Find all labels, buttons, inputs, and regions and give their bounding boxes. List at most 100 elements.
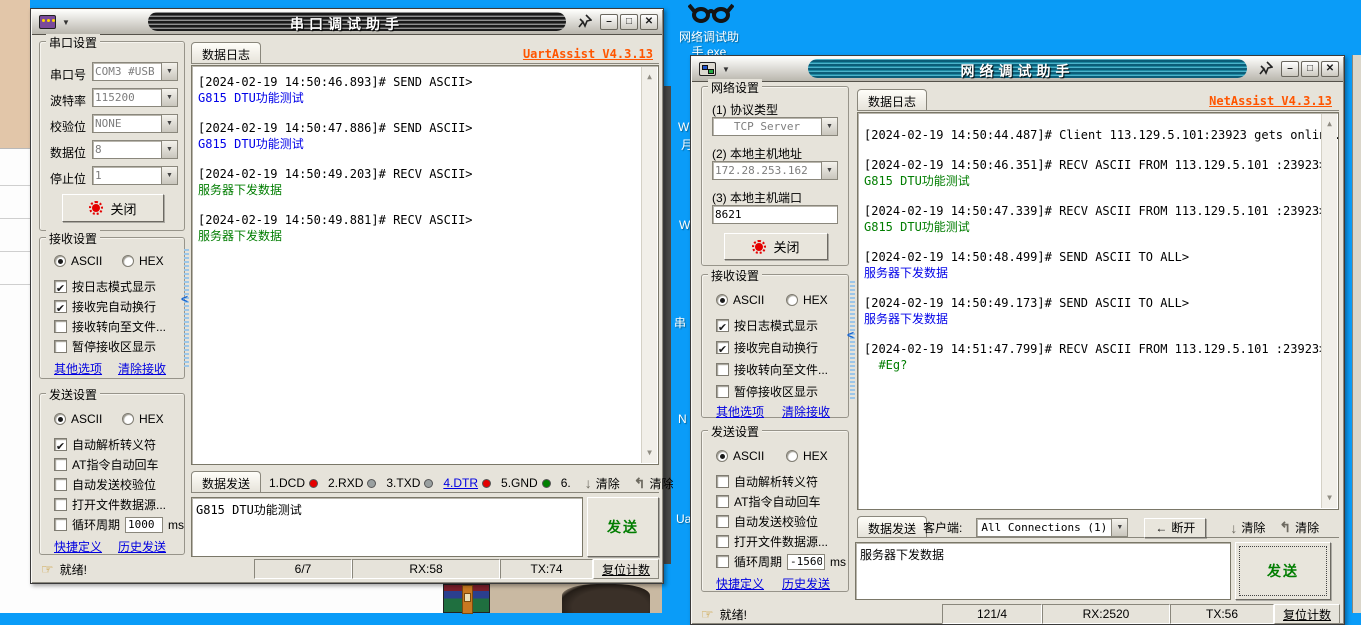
checkbox-icon[interactable] — [716, 385, 729, 398]
radio-icon[interactable] — [716, 294, 728, 306]
radio-recv-hex[interactable]: HEX — [122, 254, 164, 268]
cycle-period-input[interactable] — [787, 554, 825, 570]
checkbox-icon[interactable] — [54, 320, 67, 333]
uart-send-input[interactable]: G815 DTU功能测试 — [191, 497, 583, 557]
minimize-button[interactable]: – — [1281, 61, 1299, 77]
uart-other-options-link[interactable]: 其他选项 — [54, 360, 102, 377]
serial-port-combo[interactable]: COM3 #USB▼ — [92, 62, 178, 81]
stopbits-combo[interactable]: 1▼ — [92, 166, 178, 185]
clear-recv-button[interactable]: ↰清除 — [634, 475, 674, 492]
chevron-down-icon[interactable]: ▼ — [161, 141, 177, 158]
chevron-down-icon[interactable]: ▼ — [821, 162, 837, 179]
net-log-area[interactable]: [2024-02-19 14:50:44.487]# Client 113.12… — [857, 112, 1339, 510]
checkbox-pause-recv[interactable]: 暂停接收区显示 — [716, 383, 818, 400]
scroll-up-icon[interactable]: ▲ — [642, 69, 657, 85]
uart-send-tab[interactable]: 数据发送 — [191, 471, 261, 492]
radio-icon[interactable] — [54, 255, 66, 267]
databits-combo[interactable]: 8▼ — [92, 140, 178, 159]
checkbox-parse-escape[interactable]: 自动解析转义符 — [54, 436, 156, 453]
clear-recv-button[interactable]: ↰清除 — [1279, 519, 1319, 536]
checkbox-icon[interactable] — [716, 555, 729, 568]
pin-icon[interactable] — [1259, 61, 1273, 78]
uart-log-tab[interactable]: 数据日志 — [191, 42, 261, 63]
panel-splitter[interactable] — [184, 249, 189, 369]
collapse-panel-arrow-icon[interactable]: < — [181, 292, 188, 306]
radio-icon[interactable] — [786, 450, 798, 462]
uartassist-version-link[interactable]: UartAssist V4.3.13 — [523, 47, 653, 61]
checkbox-cycle-period[interactable]: 循环周期 ms — [54, 516, 184, 533]
checkbox-at-cr[interactable]: AT指令自动回车 — [716, 493, 820, 510]
disconnect-button[interactable]: ←断开 — [1144, 518, 1206, 538]
checkbox-cycle-period[interactable]: 循环周期 ms — [716, 553, 846, 570]
clear-send-button[interactable]: ↓清除 — [1230, 519, 1265, 536]
local-host-port-input[interactable] — [712, 205, 838, 224]
checkbox-pause-recv[interactable]: 暂停接收区显示 — [54, 338, 156, 355]
radio-icon[interactable] — [54, 413, 66, 425]
checkbox-auto-newline[interactable]: 接收完自动换行 — [716, 339, 818, 356]
net-titlebar[interactable]: ▼ 网络调试助手 – □ ✕ — [692, 57, 1343, 82]
close-button[interactable]: ✕ — [1321, 61, 1339, 77]
net-other-options-link[interactable]: 其他选项 — [716, 403, 764, 420]
checkbox-file-source[interactable]: 打开文件数据源... — [716, 533, 828, 550]
checkbox-log-mode[interactable]: 按日志模式显示 — [54, 278, 156, 295]
maximize-button[interactable]: □ — [620, 14, 638, 30]
scroll-down-icon[interactable]: ▼ — [1322, 490, 1337, 506]
radio-recv-hex[interactable]: HEX — [786, 293, 828, 307]
parity-combo[interactable]: NONE▼ — [92, 114, 178, 133]
checkbox-parse-escape[interactable]: 自动解析转义符 — [716, 473, 818, 490]
baudrate-combo[interactable]: 115200▼ — [92, 88, 178, 107]
checkbox-auto-newline[interactable]: 接收完自动换行 — [54, 298, 156, 315]
checkbox-auto-checksum[interactable]: 自动发送校验位 — [54, 476, 156, 493]
net-log-tab[interactable]: 数据日志 — [857, 89, 927, 110]
radio-send-ascii[interactable]: ASCII — [716, 449, 764, 463]
netassist-version-link[interactable]: NetAssist V4.3.13 — [1209, 94, 1332, 108]
maximize-button[interactable]: □ — [1301, 61, 1319, 77]
net-shortcut-link[interactable]: 快捷定义 — [716, 575, 764, 592]
chevron-down-icon[interactable]: ▼ — [161, 115, 177, 132]
uart-history-link[interactable]: 历史发送 — [118, 538, 166, 555]
chevron-down-icon[interactable]: ▼ — [1111, 519, 1127, 536]
checkbox-icon[interactable] — [716, 535, 729, 548]
net-send-input[interactable]: 服务器下发数据 — [855, 542, 1231, 600]
checkbox-recv-to-file[interactable]: 接收转向至文件... — [54, 318, 166, 335]
checkbox-icon[interactable] — [54, 300, 67, 313]
checkbox-icon[interactable] — [54, 340, 67, 353]
protocol-type-combo[interactable]: TCP Server▼ — [712, 117, 838, 136]
checkbox-auto-checksum[interactable]: 自动发送校验位 — [716, 513, 818, 530]
checkbox-icon[interactable] — [716, 319, 729, 332]
checkbox-icon[interactable] — [54, 280, 67, 293]
net-send-tab[interactable]: 数据发送 — [857, 516, 927, 537]
checkbox-icon[interactable] — [716, 363, 729, 376]
checkbox-icon[interactable] — [716, 495, 729, 508]
checkbox-log-mode[interactable]: 按日志模式显示 — [716, 317, 818, 334]
uart-shortcut-link[interactable]: 快捷定义 — [54, 538, 102, 555]
minimize-button[interactable]: – — [600, 14, 618, 30]
chevron-down-icon[interactable]: ▼ — [161, 167, 177, 184]
uart-close-port-button[interactable]: 关闭 — [62, 194, 164, 222]
scroll-up-icon[interactable]: ▲ — [1322, 116, 1337, 132]
checkbox-file-source[interactable]: 打开文件数据源... — [54, 496, 166, 513]
collapse-panel-arrow-icon[interactable]: < — [847, 328, 854, 342]
checkbox-icon[interactable] — [716, 341, 729, 354]
client-connections-combo[interactable]: All Connections (1)▼ — [976, 518, 1128, 537]
clear-send-button[interactable]: ↓清除 — [585, 475, 620, 492]
close-button[interactable]: ✕ — [640, 14, 658, 30]
local-host-addr-combo[interactable]: 172.28.253.162▼ — [712, 161, 838, 180]
radio-recv-ascii[interactable]: ASCII — [716, 293, 764, 307]
radio-send-ascii[interactable]: ASCII — [54, 412, 102, 426]
net-clear-recv-link[interactable]: 清除接收 — [782, 403, 830, 420]
checkbox-icon[interactable] — [716, 515, 729, 528]
cycle-period-input[interactable] — [125, 517, 163, 533]
uart-clear-recv-link[interactable]: 清除接收 — [118, 360, 166, 377]
scroll-down-icon[interactable]: ▼ — [642, 445, 657, 461]
uart-send-button[interactable]: 发送 — [587, 497, 659, 557]
checkbox-icon[interactable] — [54, 458, 67, 471]
pin-icon[interactable] — [578, 14, 592, 31]
checkbox-icon[interactable] — [716, 475, 729, 488]
radio-send-hex[interactable]: HEX — [786, 449, 828, 463]
log-scrollbar[interactable]: ▲ ▼ — [1321, 114, 1337, 508]
radio-icon[interactable] — [786, 294, 798, 306]
signal-dtr[interactable]: 4.DTR — [443, 476, 491, 490]
desktop-icon-netassist-exe[interactable]: 网络调试助 手.exe — [664, 0, 754, 56]
radio-send-hex[interactable]: HEX — [122, 412, 164, 426]
